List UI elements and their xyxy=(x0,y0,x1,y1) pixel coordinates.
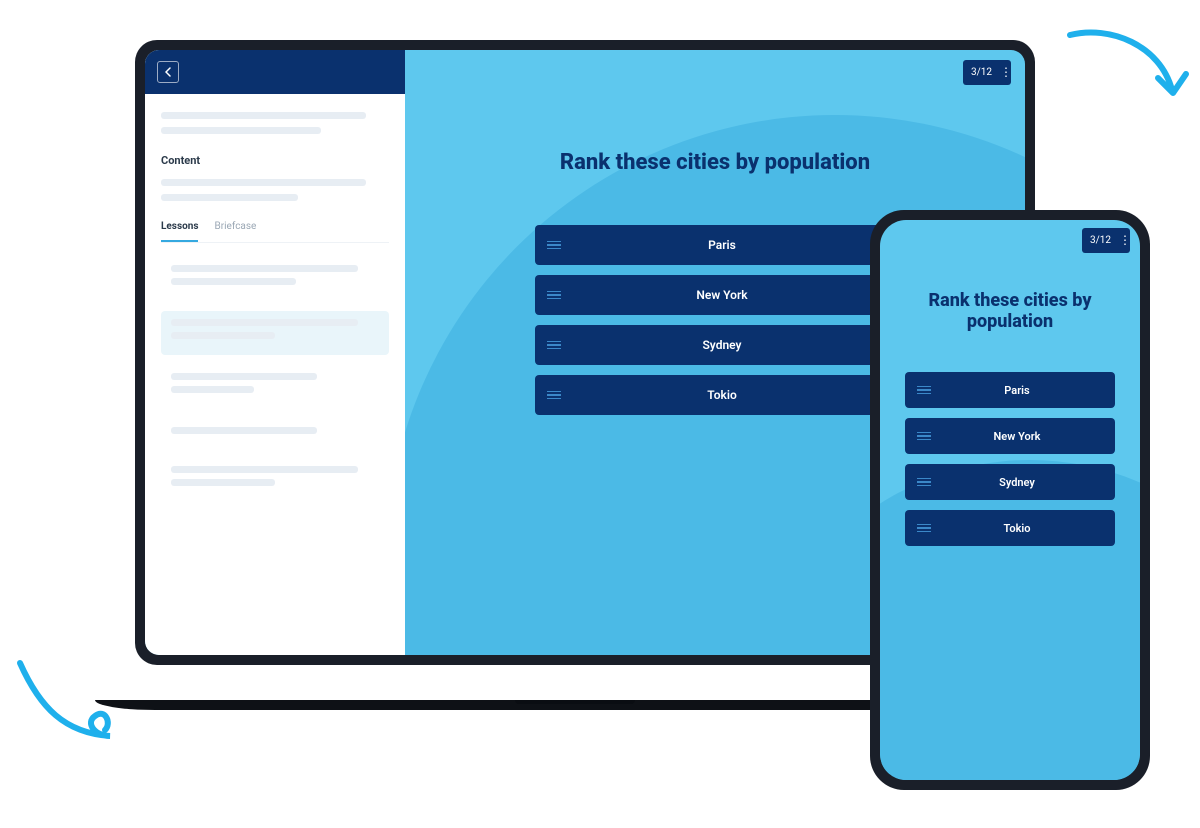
phone-display: 3/12 Rank these cities by population Par… xyxy=(880,220,1140,780)
skeleton-line xyxy=(171,466,358,473)
drag-handle-icon xyxy=(917,524,931,533)
quiz-title: Rank these cities by population xyxy=(880,290,1140,332)
drag-handle-icon xyxy=(917,432,931,441)
skeleton-line xyxy=(171,386,254,393)
lesson-item[interactable] xyxy=(161,419,389,448)
skeleton-line xyxy=(171,479,275,486)
sidebar: Content Lessons Briefcase xyxy=(145,50,405,655)
chevron-left-icon xyxy=(165,67,172,77)
phone-header: 3/12 xyxy=(880,220,1140,260)
rank-label: Sydney xyxy=(561,338,883,352)
main-header: 3/12 xyxy=(405,50,1025,94)
rank-label: New York xyxy=(931,430,1103,443)
drag-handle-icon xyxy=(917,386,931,395)
lesson-item[interactable] xyxy=(161,257,389,301)
rank-item-paris[interactable]: Paris xyxy=(535,225,895,265)
rank-label: Paris xyxy=(931,384,1103,397)
quiz-title: Rank these cities by population xyxy=(560,150,870,175)
rank-item-newyork[interactable]: New York xyxy=(535,275,895,315)
progress-indicator[interactable]: 3/12 xyxy=(963,60,1011,85)
skeleton-line xyxy=(161,127,321,134)
skeleton-line xyxy=(171,427,317,434)
sidebar-body: Content Lessons Briefcase xyxy=(145,94,405,655)
progress-indicator[interactable]: 3/12 xyxy=(1082,228,1130,253)
rank-item-sydney[interactable]: Sydney xyxy=(535,325,895,365)
rank-label: Tokio xyxy=(931,522,1103,535)
decorative-arrow-top-right xyxy=(1060,20,1190,130)
progress-counter: 3/12 xyxy=(971,67,992,78)
rank-item-tokio[interactable]: Tokio xyxy=(535,375,895,415)
lesson-item[interactable] xyxy=(161,365,389,409)
drag-handle-icon xyxy=(917,478,931,487)
skeleton-line xyxy=(161,179,366,186)
lesson-item[interactable] xyxy=(161,458,389,502)
rank-label: Tokio xyxy=(561,388,883,402)
skeleton-line xyxy=(171,265,358,272)
rank-label: Paris xyxy=(561,238,883,252)
skeleton-line xyxy=(161,194,298,201)
lesson-item-active[interactable] xyxy=(161,311,389,355)
sidebar-header xyxy=(145,50,405,94)
more-icon xyxy=(1119,234,1122,247)
progress-counter: 3/12 xyxy=(1090,235,1111,246)
drag-handle-icon xyxy=(547,241,561,250)
rank-label: Sydney xyxy=(931,476,1103,489)
phone-device: 3/12 Rank these cities by population Par… xyxy=(870,210,1150,790)
rank-item-tokio[interactable]: Tokio xyxy=(905,510,1115,546)
skeleton-line xyxy=(161,112,366,119)
drag-handle-icon xyxy=(547,391,561,400)
back-button[interactable] xyxy=(157,61,179,83)
skeleton-line xyxy=(171,373,317,380)
rank-item-sydney[interactable]: Sydney xyxy=(905,464,1115,500)
tab-lessons[interactable]: Lessons xyxy=(161,221,198,242)
skeleton-line xyxy=(171,332,275,339)
skeleton-line xyxy=(171,278,296,285)
drag-handle-icon xyxy=(547,341,561,350)
rank-item-paris[interactable]: Paris xyxy=(905,372,1115,408)
rank-list: Paris New York Sydney Tokio xyxy=(535,225,895,415)
drag-handle-icon xyxy=(547,291,561,300)
rank-label: New York xyxy=(561,288,883,302)
rank-item-newyork[interactable]: New York xyxy=(905,418,1115,454)
more-icon xyxy=(1000,66,1003,79)
rank-list: Paris New York Sydney Tokio xyxy=(905,372,1115,546)
content-section-label: Content xyxy=(161,154,389,167)
sidebar-tabs: Lessons Briefcase xyxy=(161,221,389,243)
tab-briefcase[interactable]: Briefcase xyxy=(214,221,256,242)
skeleton-line xyxy=(171,319,358,326)
